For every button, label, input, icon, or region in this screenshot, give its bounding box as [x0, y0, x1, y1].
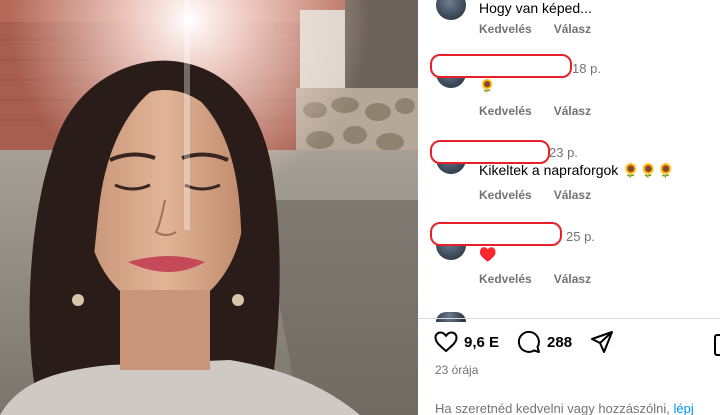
- comment-text: Hogy van képed...: [479, 0, 592, 16]
- redacted-username: [430, 54, 572, 78]
- redacted-username: [430, 140, 550, 164]
- avatar[interactable]: [436, 0, 466, 20]
- post-photo[interactable]: [0, 0, 418, 415]
- comment-time: 23 p.: [549, 145, 578, 160]
- comment-actions: Kedvelés Válasz: [479, 188, 613, 202]
- comment-text: ♥️: [479, 246, 497, 262]
- comment-text: 🌻: [479, 78, 496, 93]
- like-count: 9,6 E: [464, 333, 500, 351]
- avatar[interactable]: [436, 312, 466, 322]
- comment-count: 288: [547, 333, 573, 351]
- divider: [418, 318, 720, 319]
- login-prompt: Ha szeretnéd kedvelni vagy hozzászólni, …: [435, 401, 694, 415]
- comments-panel: Hogy van képed... Kedvelés Válasz 18 p. 🌻…: [418, 0, 720, 415]
- like-comment-button[interactable]: Kedvelés: [479, 104, 532, 118]
- comment-actions: Kedvelés Válasz: [479, 272, 613, 286]
- comment-time: 18 p.: [572, 61, 601, 76]
- login-link[interactable]: lépj: [673, 401, 693, 415]
- comment-actions: Kedvelés Válasz: [479, 22, 613, 36]
- selfie-image: [0, 0, 418, 415]
- login-prompt-text: Ha szeretnéd kedvelni vagy hozzászólni,: [435, 401, 670, 415]
- comment-text: Kikeltek a napraforgok 🌻🌻🌻: [479, 162, 675, 178]
- post-action-bar: 9,6 E 288: [434, 330, 614, 354]
- redacted-username: [430, 222, 562, 246]
- reply-button[interactable]: Válasz: [554, 272, 591, 286]
- reply-button[interactable]: Válasz: [554, 188, 591, 202]
- heart-icon[interactable]: [434, 331, 458, 353]
- reply-button[interactable]: Válasz: [554, 22, 591, 36]
- comment-actions: Kedvelés Válasz: [479, 104, 613, 118]
- like-comment-button[interactable]: Kedvelés: [479, 272, 532, 286]
- reply-button[interactable]: Válasz: [554, 104, 591, 118]
- bookmark-icon[interactable]: [714, 334, 720, 356]
- share-icon[interactable]: [590, 330, 614, 354]
- like-comment-button[interactable]: Kedvelés: [479, 22, 532, 36]
- like-comment-button[interactable]: Kedvelés: [479, 188, 532, 202]
- comment-time: 25 p.: [566, 229, 595, 244]
- post-timestamp: 23 órája: [435, 363, 479, 377]
- comment-icon[interactable]: [517, 330, 541, 354]
